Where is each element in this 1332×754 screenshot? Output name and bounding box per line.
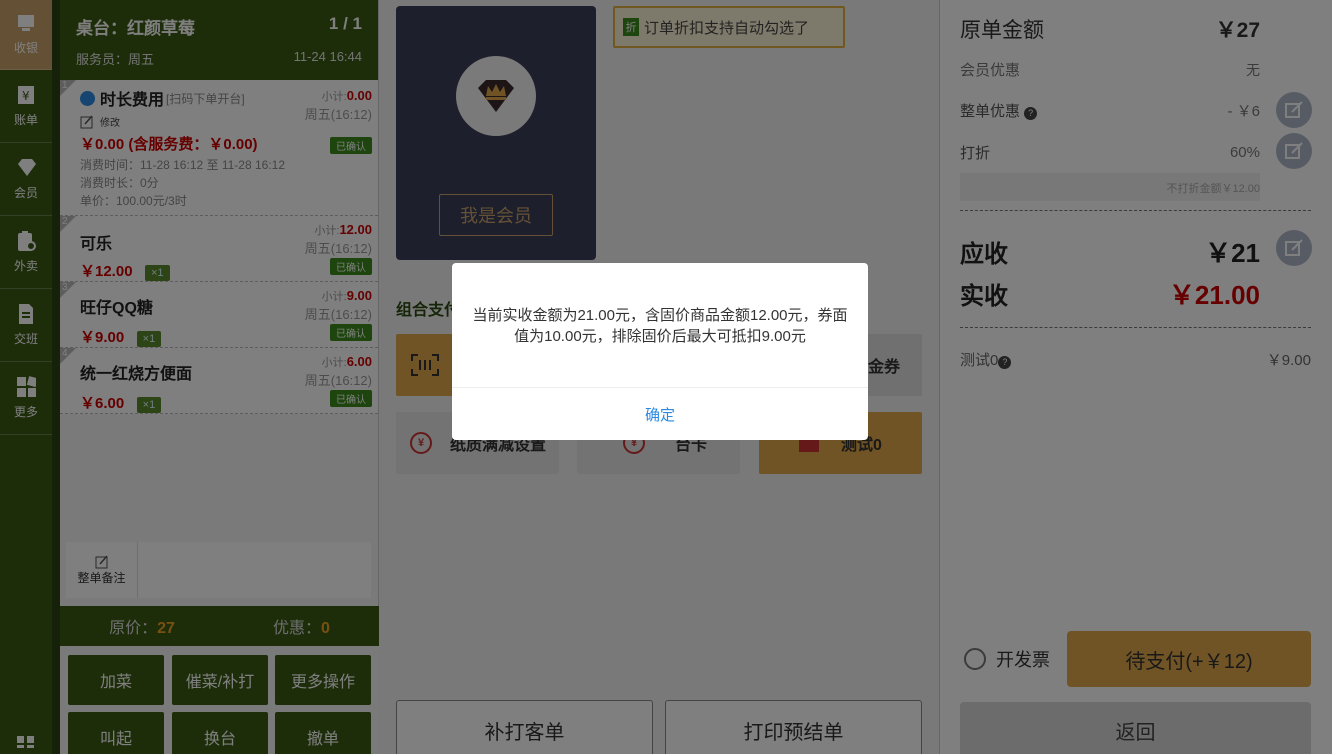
dialog-message: 当前实收金额为21.00元，含固价商品金额12.00元，券面值为10.00元，排… bbox=[452, 263, 868, 388]
coupon-limit-dialog: 当前实收金额为21.00元，含固价商品金额12.00元，券面值为10.00元，排… bbox=[452, 263, 868, 440]
confirm-button[interactable]: 确定 bbox=[452, 388, 868, 440]
